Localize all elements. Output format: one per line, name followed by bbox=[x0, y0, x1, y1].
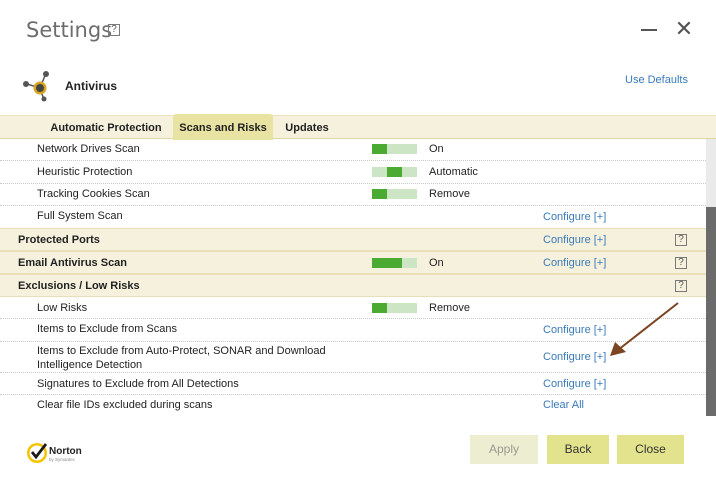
apply-button[interactable]: Apply bbox=[470, 435, 538, 464]
toggle-slider[interactable] bbox=[372, 167, 417, 177]
annotation-arrow bbox=[610, 302, 679, 356]
tab-bar: Automatic Protection Scans and Risks Upd… bbox=[0, 114, 716, 140]
scrollbar-thumb[interactable] bbox=[706, 207, 716, 416]
setting-row-signatures-to-exclude: Signatures to Exclude from All Detection… bbox=[0, 373, 706, 395]
section-row-protected-ports: Protected Ports Configure [+] ? bbox=[0, 228, 706, 251]
settings-list: Network Drives Scan On Heuristic Protect… bbox=[0, 139, 706, 416]
setting-label: Low Risks bbox=[37, 302, 88, 314]
setting-state: On bbox=[429, 257, 444, 269]
norton-logo: Norton by Symantec bbox=[27, 443, 82, 463]
close-button[interactable]: Close bbox=[617, 435, 684, 464]
setting-row-clear-file-ids: Clear file IDs excluded during scans Cle… bbox=[0, 395, 706, 416]
clear-all-link[interactable]: Clear All bbox=[543, 399, 584, 411]
use-defaults-link[interactable]: Use Defaults bbox=[625, 74, 688, 86]
setting-label: Clear file IDs excluded during scans bbox=[37, 399, 213, 411]
help-icon[interactable]: ? bbox=[675, 280, 687, 292]
close-icon[interactable]: ✕ bbox=[673, 18, 695, 40]
setting-label: Tracking Cookies Scan bbox=[37, 188, 150, 200]
setting-label: Email Antivirus Scan bbox=[18, 257, 128, 269]
tab-scans-and-risks[interactable]: Scans and Risks bbox=[173, 114, 273, 140]
toggle-slider[interactable] bbox=[372, 189, 417, 199]
configure-link[interactable]: Configure [+] bbox=[543, 324, 606, 336]
back-button[interactable]: Back bbox=[547, 435, 609, 464]
setting-label: Heuristic Protection bbox=[37, 166, 133, 178]
setting-state: Automatic bbox=[429, 166, 478, 178]
setting-state: Remove bbox=[429, 302, 470, 314]
setting-state: On bbox=[429, 143, 444, 155]
setting-row-full-system-scan: Full System Scan Configure [+] bbox=[0, 206, 706, 228]
setting-state: Remove bbox=[429, 188, 470, 200]
setting-row-heuristic-protection: Heuristic Protection Automatic bbox=[0, 161, 706, 184]
toggle-slider[interactable] bbox=[372, 144, 417, 154]
setting-label: Full System Scan bbox=[37, 210, 123, 222]
tab-automatic-protection[interactable]: Automatic Protection bbox=[40, 116, 172, 140]
setting-label: Network Drives Scan bbox=[37, 143, 140, 155]
tab-updates[interactable]: Updates bbox=[274, 116, 340, 140]
help-icon[interactable]: ? bbox=[675, 234, 687, 246]
toggle-slider[interactable] bbox=[372, 303, 417, 313]
scrollbar[interactable] bbox=[706, 139, 716, 416]
configure-link[interactable]: Configure [+] bbox=[543, 211, 606, 223]
section-title: Antivirus bbox=[65, 79, 118, 93]
setting-row-network-drives-scan: Network Drives Scan On bbox=[0, 139, 706, 161]
minimize-icon[interactable] bbox=[638, 18, 660, 40]
configure-link[interactable]: Configure [+] bbox=[543, 257, 606, 269]
help-icon[interactable]: ? bbox=[675, 257, 687, 269]
section-row-email-antivirus-scan: Email Antivirus Scan On Configure [+] ? bbox=[0, 251, 706, 274]
setting-label: Protected Ports bbox=[18, 234, 100, 246]
configure-link[interactable]: Configure [+] bbox=[543, 351, 606, 363]
norton-brand-text: Norton bbox=[49, 446, 82, 457]
setting-label-line-1: Items to Exclude from Auto-Protect, SONA… bbox=[37, 345, 326, 357]
section-row-exclusions-low-risks: Exclusions / Low Risks ? bbox=[0, 274, 706, 297]
norton-brand-subtext: by Symantec bbox=[49, 457, 76, 462]
setting-label: Exclusions / Low Risks bbox=[18, 280, 140, 292]
help-icon[interactable]: ? bbox=[108, 24, 120, 36]
configure-link[interactable]: Configure [+] bbox=[543, 378, 606, 390]
setting-row-tracking-cookies-scan: Tracking Cookies Scan Remove bbox=[0, 184, 706, 206]
antivirus-icon bbox=[23, 71, 49, 102]
setting-label: Items to Exclude from Scans bbox=[37, 323, 177, 335]
setting-label: Items to Exclude from Auto-Protect, SONA… bbox=[37, 344, 326, 372]
setting-label-line-2: Intelligence Detection bbox=[37, 359, 143, 371]
setting-label: Signatures to Exclude from All Detection… bbox=[37, 378, 239, 390]
window-title: Settings bbox=[26, 18, 113, 42]
toggle-slider[interactable] bbox=[372, 258, 417, 268]
configure-link[interactable]: Configure [+] bbox=[543, 234, 606, 246]
